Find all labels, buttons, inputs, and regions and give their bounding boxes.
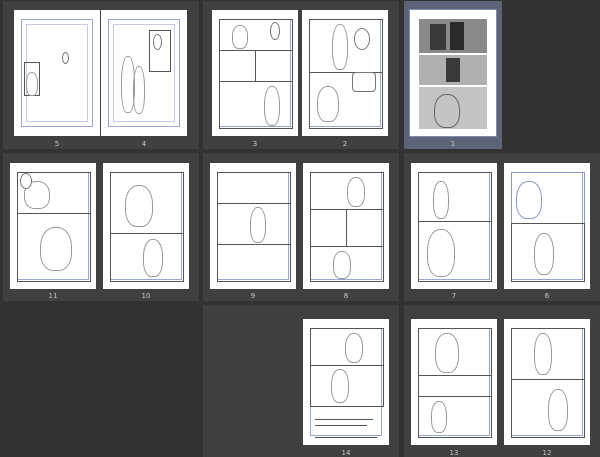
- character-sketch: [548, 389, 568, 431]
- speech-bubble: [352, 72, 376, 92]
- page-number-8: 8: [343, 292, 349, 300]
- spread-pages-7-6[interactable]: 7 6: [404, 153, 600, 301]
- page-4-thumbnail[interactable]: [101, 10, 187, 136]
- speech-bubble: [20, 173, 32, 189]
- panel: [418, 396, 492, 438]
- page-10-thumbnail[interactable]: [103, 163, 189, 289]
- page-7-thumbnail[interactable]: [411, 163, 497, 289]
- speech-bubble: [354, 28, 370, 50]
- page-number-3: 3: [252, 140, 258, 148]
- page-number-10: 10: [141, 292, 151, 300]
- page-8-thumbnail[interactable]: [303, 163, 389, 289]
- spread-page-1-selected[interactable]: 1: [404, 1, 502, 149]
- panel: [217, 172, 291, 204]
- page-1-thumbnail[interactable]: [409, 9, 497, 137]
- panel-artwork: [430, 24, 446, 50]
- panel-artwork: [450, 22, 464, 50]
- character-sketch: [332, 24, 348, 70]
- character-sketch: [125, 185, 153, 227]
- panel: [219, 50, 256, 82]
- page-9-thumbnail[interactable]: [210, 163, 296, 289]
- page-number-14: 14: [341, 449, 351, 457]
- page-12-thumbnail[interactable]: [504, 319, 590, 445]
- spread-pages-13-12[interactable]: 13 12: [404, 305, 600, 457]
- panel: [255, 50, 293, 82]
- panel: [418, 375, 492, 397]
- speech-bubble: [270, 22, 280, 40]
- spread-pages-3-2[interactable]: 3 2: [203, 1, 399, 149]
- character-sketch: [347, 177, 365, 207]
- text-line: [315, 437, 377, 438]
- character-sketch: [143, 239, 163, 277]
- page-number-6: 6: [544, 292, 550, 300]
- panel: [310, 209, 347, 247]
- page-11-thumbnail[interactable]: [10, 163, 96, 289]
- page-number-12: 12: [542, 449, 552, 457]
- panel-artwork: [446, 58, 460, 82]
- page-5-thumbnail[interactable]: [14, 10, 100, 136]
- page-number-2: 2: [342, 140, 348, 148]
- spread-pages-5-4[interactable]: 5 4: [3, 1, 199, 149]
- character-sketch: [534, 233, 554, 275]
- page-6-thumbnail[interactable]: [504, 163, 590, 289]
- page-2-thumbnail[interactable]: [302, 10, 388, 136]
- spread-pages-11-10[interactable]: 11 10: [3, 153, 199, 301]
- page-number-7: 7: [451, 292, 457, 300]
- text-line: [315, 425, 367, 426]
- speech-bubble: [62, 52, 69, 64]
- character-sketch: [434, 94, 460, 128]
- panel: [217, 244, 291, 282]
- speech-bubble: [153, 34, 162, 50]
- panel: [346, 209, 384, 247]
- spread-pages-blank-14[interactable]: 14: [203, 305, 399, 457]
- page-number-11: 11: [48, 292, 58, 300]
- character-sketch: [26, 72, 38, 96]
- page-number-9: 9: [250, 292, 256, 300]
- character-sketch: [433, 181, 449, 219]
- character-sketch: [516, 181, 542, 219]
- character-sketch: [435, 333, 459, 373]
- text-line: [315, 419, 373, 420]
- panel: [418, 172, 492, 222]
- character-sketch: [331, 369, 349, 403]
- character-sketch: [427, 229, 455, 277]
- character-sketch: [317, 86, 339, 122]
- character-sketch: [431, 401, 447, 433]
- page-number-13: 13: [449, 449, 459, 457]
- page-number-4: 4: [141, 140, 147, 148]
- page-number-5: 5: [54, 140, 60, 148]
- page-13-thumbnail[interactable]: [411, 319, 497, 445]
- character-sketch: [232, 25, 248, 49]
- page-3-thumbnail[interactable]: [212, 10, 298, 136]
- character-sketch: [40, 227, 72, 271]
- page-number-1: 1: [450, 140, 456, 148]
- spread-pages-9-8[interactable]: 9 8: [203, 153, 399, 301]
- character-sketch: [264, 86, 280, 126]
- panel: [219, 81, 293, 129]
- character-sketch: [534, 333, 552, 375]
- character-sketch: [250, 207, 266, 243]
- character-sketch: [133, 66, 145, 114]
- character-sketch: [333, 251, 351, 279]
- page-14-thumbnail[interactable]: [303, 319, 389, 445]
- character-sketch: [345, 333, 363, 363]
- panel: [219, 19, 293, 51]
